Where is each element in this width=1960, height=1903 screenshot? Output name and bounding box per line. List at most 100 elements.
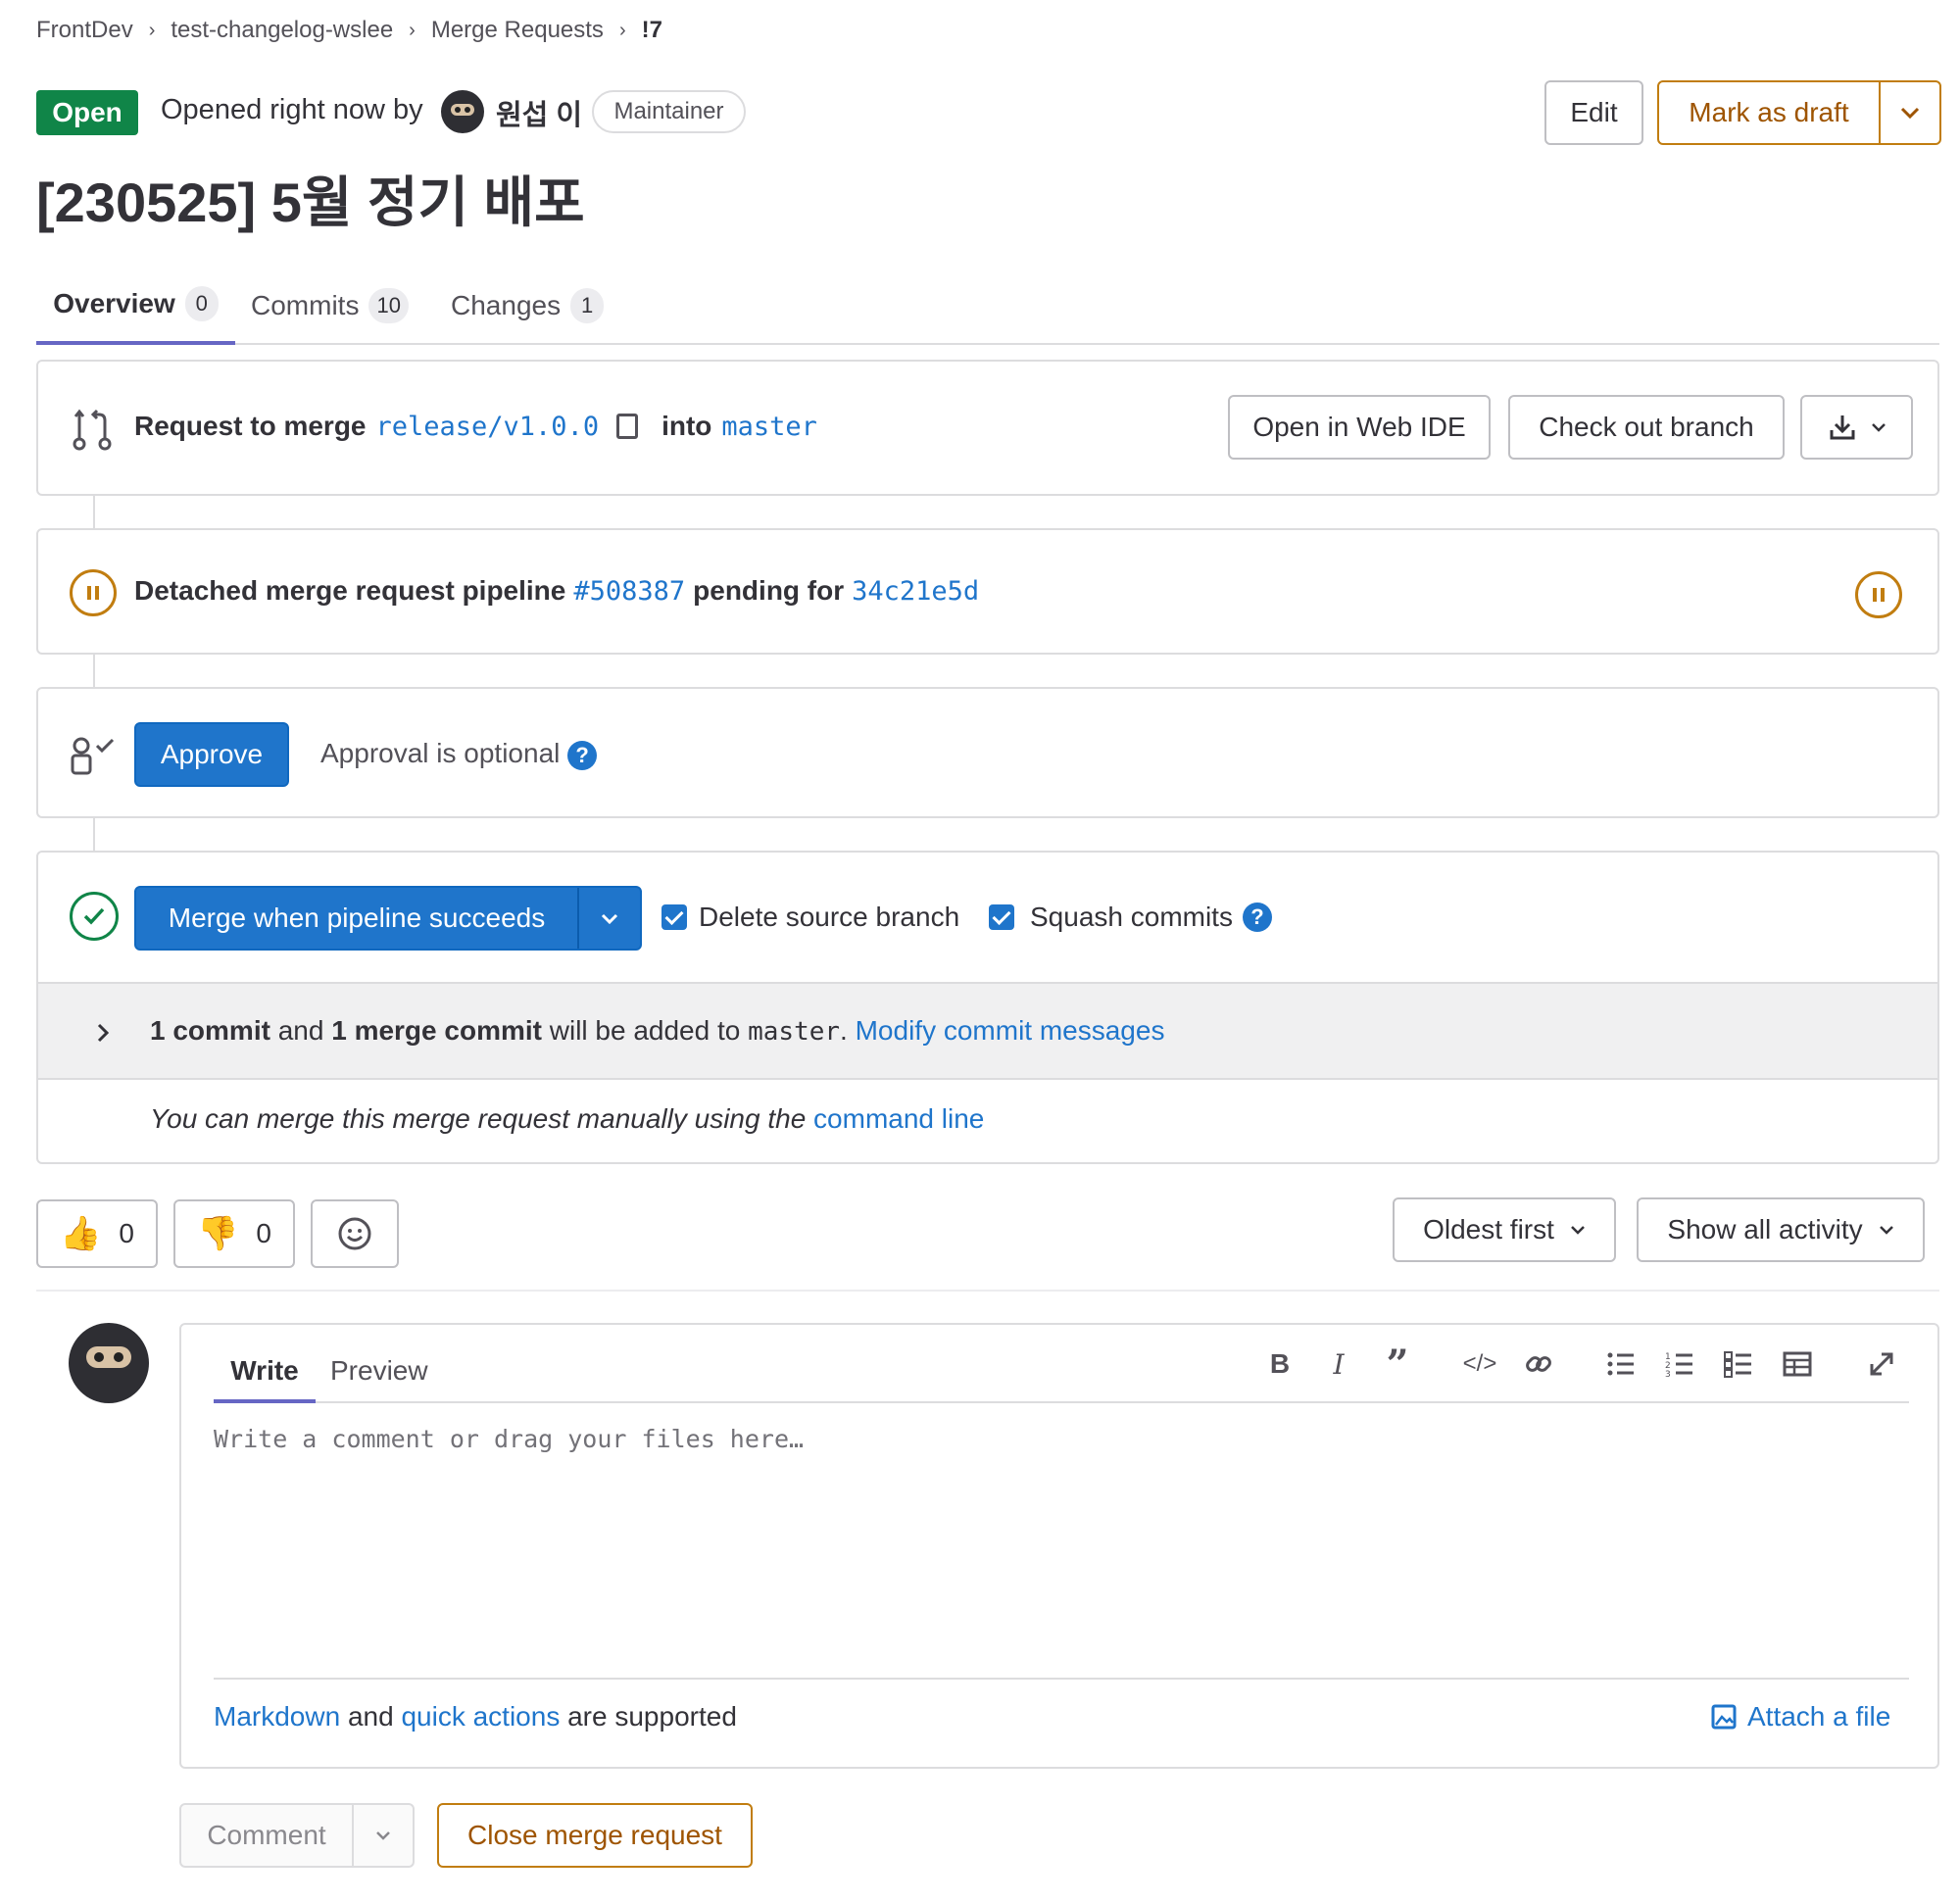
add-reaction-button[interactable] [311, 1199, 399, 1268]
open-web-ide-button[interactable]: Open in Web IDE [1228, 395, 1491, 460]
download-dropdown-button[interactable] [1800, 395, 1913, 460]
check-out-branch-button[interactable]: Check out branch [1508, 395, 1785, 460]
chevron-down-icon [1900, 107, 1920, 119]
table-icon[interactable] [1778, 1344, 1817, 1384]
bold-icon[interactable]: B [1260, 1344, 1299, 1384]
delete-source-branch-option[interactable]: Delete source branch [662, 902, 959, 933]
markdown-link[interactable]: Markdown [214, 1701, 340, 1732]
squash-commits-label: Squash commits [1030, 902, 1233, 932]
breadcrumb-item-project[interactable]: test-changelog-wslee [171, 17, 393, 44]
tab-overview-label: Overview [53, 288, 175, 318]
avatar[interactable] [441, 90, 484, 133]
merge-card: Merge when pipeline succeeds Delete sour… [36, 851, 1939, 1164]
tab-preview[interactable]: Preview [330, 1342, 428, 1399]
tab-overview-count: 0 [184, 286, 219, 321]
help-icon[interactable]: ? [567, 740, 598, 770]
tab-overview[interactable]: Overview 0 [36, 267, 235, 345]
chevron-down-icon [601, 913, 618, 924]
comment-placeholder: Write a comment or drag your files here… [214, 1425, 805, 1453]
chevron-right-icon: › [409, 19, 416, 41]
modify-commit-messages-link[interactable]: Modify commit messages [856, 1015, 1165, 1046]
close-merge-request-button[interactable]: Close merge request [437, 1803, 753, 1868]
tab-changes[interactable]: Changes 1 [451, 267, 605, 345]
source-branch-link[interactable]: release/v1.0.0 [376, 412, 600, 442]
comment-button[interactable]: Comment [179, 1803, 415, 1868]
pipeline-status-icon[interactable] [1855, 571, 1902, 618]
approval-optional-text: Approval is optional [320, 738, 561, 768]
task-list-icon[interactable] [1719, 1344, 1758, 1384]
help-icon[interactable]: ? [1242, 903, 1272, 932]
quick-actions-link[interactable]: quick actions [401, 1701, 560, 1732]
link-icon[interactable] [1519, 1344, 1558, 1384]
fullscreen-icon[interactable] [1862, 1344, 1901, 1384]
markdown-and: and [347, 1701, 394, 1732]
thumbs-down-icon: 👎 [197, 1215, 239, 1252]
merge-button-label: Merge when pipeline succeeds [168, 903, 546, 933]
chevron-down-icon [1571, 1226, 1585, 1235]
attach-file-button[interactable]: Attach a file [1710, 1701, 1890, 1732]
edit-button[interactable]: Edit [1544, 80, 1643, 145]
tab-write-label: Write [230, 1355, 299, 1386]
sort-order-dropdown[interactable]: Oldest first [1393, 1197, 1616, 1262]
pipeline-card: Detached merge request pipeline #508387 … [36, 528, 1939, 655]
merge-when-pipeline-succeeds-button[interactable]: Merge when pipeline succeeds [134, 886, 642, 951]
delete-source-branch-checkbox[interactable] [662, 904, 687, 930]
thumbs-up-icon: 👍 [60, 1215, 102, 1252]
commit-summary-row[interactable]: 1 commit and 1 merge commit will be adde… [38, 982, 1937, 1080]
pipeline-id-link[interactable]: #508387 [573, 576, 685, 607]
commit-sha-link[interactable]: 34c21e5d [852, 576, 979, 607]
approve-button[interactable]: Approve [134, 722, 289, 787]
tab-changes-count: 1 [570, 288, 605, 323]
commit-and: and [277, 1015, 324, 1046]
numbered-list-icon[interactable]: 123 [1660, 1344, 1699, 1384]
comment-textarea[interactable]: Write a comment or drag your files here… [214, 1423, 1909, 1638]
thumbs-down-button[interactable]: 👎 0 [173, 1199, 295, 1268]
approval-icon [71, 737, 115, 775]
breadcrumb-item-mr-id[interactable]: !7 [642, 17, 662, 44]
breadcrumb-item-group[interactable]: FrontDev [36, 17, 133, 44]
svg-text:3: 3 [1665, 1370, 1671, 1378]
chevron-right-icon[interactable] [97, 1023, 109, 1043]
avatar[interactable] [69, 1323, 149, 1403]
tab-commits[interactable]: Commits 10 [251, 267, 409, 345]
pipeline-pending-icon[interactable] [70, 569, 117, 616]
chevron-right-icon: › [148, 19, 156, 41]
activity-filter-label: Show all activity [1667, 1214, 1863, 1244]
pipeline-text: Detached merge request pipeline #508387 … [134, 575, 979, 607]
squash-commits-checkbox[interactable] [989, 904, 1014, 930]
draft-dropdown-toggle[interactable] [1879, 82, 1939, 143]
thumbs-down-count: 0 [256, 1218, 271, 1248]
chevron-down-icon [376, 1831, 390, 1840]
commit-count: 1 commit [150, 1015, 270, 1046]
timeline-connector [93, 818, 95, 851]
mark-as-draft-button[interactable]: Mark as draft [1657, 80, 1941, 145]
tab-changes-label: Changes [451, 290, 562, 320]
italic-icon[interactable]: I [1319, 1344, 1358, 1384]
bullet-list-icon[interactable] [1601, 1344, 1641, 1384]
smiley-icon [338, 1217, 371, 1250]
code-icon[interactable]: </> [1460, 1344, 1499, 1384]
activity-filter-dropdown[interactable]: Show all activity [1637, 1197, 1925, 1262]
timeline-connector [93, 496, 95, 528]
target-branch-link[interactable]: master [721, 412, 817, 442]
breadcrumb-item-merge-requests[interactable]: Merge Requests [431, 17, 604, 44]
squash-commits-option[interactable]: Squash commits ? [989, 902, 1272, 933]
merge-options-toggle[interactable] [577, 888, 640, 949]
editor-footer-divider [214, 1678, 1909, 1680]
copy-icon[interactable] [616, 414, 639, 439]
author-name[interactable]: 원섭 이 [496, 92, 582, 133]
merge-request-icon [73, 409, 112, 451]
mark-as-draft-label: Mark as draft [1689, 97, 1849, 127]
quote-icon[interactable]: ” [1378, 1342, 1417, 1388]
thumbs-up-button[interactable]: 👍 0 [36, 1199, 158, 1268]
command-line-link[interactable]: command line [813, 1103, 984, 1134]
chevron-down-icon [1879, 1226, 1893, 1235]
chevron-right-icon: › [618, 19, 626, 41]
tab-write[interactable]: Write [214, 1342, 316, 1403]
comment-options-toggle[interactable] [352, 1805, 413, 1866]
status-badge: Open [36, 90, 138, 135]
comment-editor: Write Preview Write a comment or drag yo… [179, 1323, 1939, 1769]
approval-optional: Approval is optional ? [320, 738, 598, 770]
editor-tabs-divider [214, 1401, 1909, 1403]
commit-added-text: will be added to [549, 1015, 741, 1046]
